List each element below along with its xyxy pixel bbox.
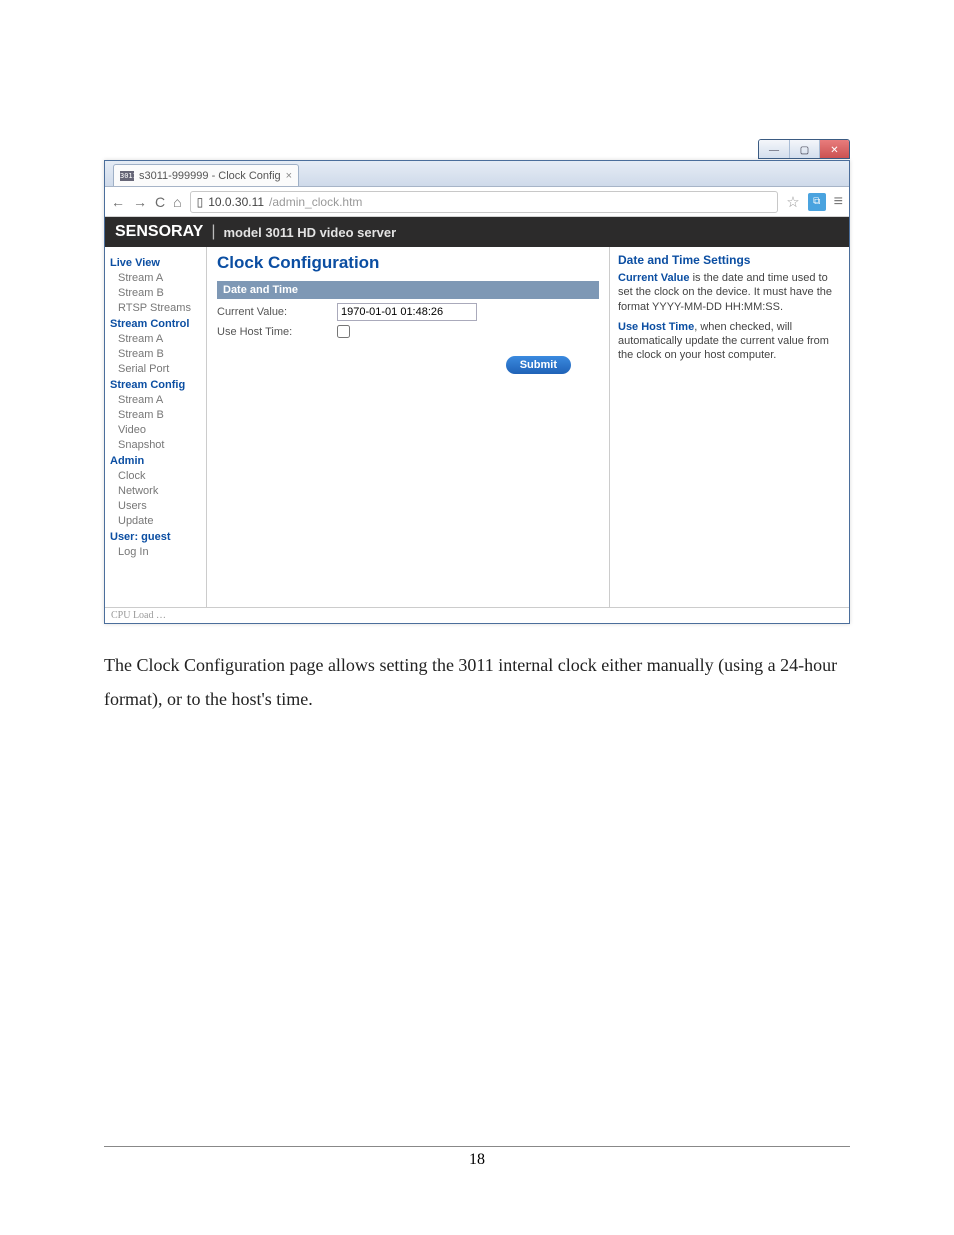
sidebar-item-cfg-a[interactable]: Stream A: [118, 394, 201, 406]
help-paragraph-2: Use Host Time, when checked, will automa…: [618, 320, 841, 363]
app-banner: SENSORAY | model 3011 HD video server: [105, 217, 849, 247]
page-footer: 18: [104, 1146, 850, 1169]
extension-icon[interactable]: ⧉: [808, 193, 826, 211]
current-value-input[interactable]: [337, 303, 477, 321]
sidebar-head-admin[interactable]: Admin: [110, 455, 201, 467]
use-host-time-checkbox[interactable]: [337, 325, 350, 338]
submit-button[interactable]: Submit: [506, 356, 571, 374]
minimize-button[interactable]: —: [759, 140, 789, 159]
home-button[interactable]: ⌂: [173, 194, 181, 210]
sidebar: Live View Stream A Stream B RTSP Streams…: [105, 247, 207, 607]
page-number: 18: [469, 1151, 485, 1168]
forward-button[interactable]: →: [133, 194, 147, 210]
reload-button[interactable]: C: [155, 194, 165, 210]
menu-icon[interactable]: ≡: [834, 193, 843, 211]
sidebar-item-network[interactable]: Network: [118, 485, 201, 497]
main-column: Clock Configuration Date and Time Curren…: [207, 247, 609, 607]
brand-name: SENSORAY: [115, 223, 203, 241]
bookmark-star-icon[interactable]: ☆: [786, 193, 799, 211]
tab-close-icon[interactable]: ×: [286, 170, 292, 182]
sidebar-item-users[interactable]: Users: [118, 500, 201, 512]
window-controls: — ▢ ✕: [758, 139, 850, 159]
url-host: 10.0.30.11: [208, 195, 264, 209]
help-title: Date and Time Settings: [618, 253, 841, 267]
sidebar-item-ctrl-b[interactable]: Stream B: [118, 348, 201, 360]
favicon-icon: 3011: [120, 171, 134, 181]
address-bar[interactable]: ▯ 10.0.30.11/admin_clock.htm: [190, 191, 779, 213]
sidebar-head-user[interactable]: User: guest: [110, 531, 201, 543]
browser-toolbar: ← → C ⌂ ▯ 10.0.30.11/admin_clock.htm ☆ ⧉…: [105, 187, 849, 217]
sidebar-item-video[interactable]: Video: [118, 424, 201, 436]
back-button[interactable]: ←: [111, 194, 125, 210]
use-host-time-label: Use Host Time:: [217, 326, 337, 338]
document-paragraph: The Clock Configuration page allows sett…: [104, 648, 850, 716]
tab-strip: 3011 s3011-999999 - Clock Config ×: [105, 161, 849, 187]
banner-separator: |: [211, 223, 215, 241]
url-path: /admin_clock.htm: [269, 195, 362, 209]
page-icon: ▯: [197, 195, 204, 209]
sidebar-head-live-view[interactable]: Live View: [110, 257, 201, 269]
sidebar-item-snapshot[interactable]: Snapshot: [118, 439, 201, 451]
sidebar-item-ctrl-a[interactable]: Stream A: [118, 333, 201, 345]
sidebar-item-stream-b[interactable]: Stream B: [118, 287, 201, 299]
help-paragraph-1: Current Value is the date and time used …: [618, 271, 841, 314]
maximize-button[interactable]: ▢: [789, 140, 819, 159]
sidebar-item-clock[interactable]: Clock: [118, 470, 201, 482]
status-bar: CPU Load …: [105, 607, 849, 623]
page-title: Clock Configuration: [217, 253, 599, 273]
tab-title: s3011-999999 - Clock Config: [139, 170, 281, 182]
sidebar-head-stream-control[interactable]: Stream Control: [110, 318, 201, 330]
sidebar-head-stream-config[interactable]: Stream Config: [110, 379, 201, 391]
sidebar-item-update[interactable]: Update: [118, 515, 201, 527]
help-column: Date and Time Settings Current Value is …: [609, 247, 849, 607]
section-header-datetime: Date and Time: [217, 281, 599, 299]
sidebar-item-serial[interactable]: Serial Port: [118, 363, 201, 375]
current-value-label: Current Value:: [217, 306, 337, 318]
sidebar-item-login[interactable]: Log In: [118, 546, 201, 558]
content-pane: Live View Stream A Stream B RTSP Streams…: [105, 247, 849, 607]
sidebar-item-cfg-b[interactable]: Stream B: [118, 409, 201, 421]
browser-window: — ▢ ✕ 3011 s3011-999999 - Clock Config ×…: [104, 160, 850, 624]
sidebar-item-stream-a[interactable]: Stream A: [118, 272, 201, 284]
banner-subtitle: model 3011 HD video server: [223, 225, 396, 240]
close-window-button[interactable]: ✕: [819, 140, 849, 159]
sidebar-item-rtsp[interactable]: RTSP Streams: [118, 302, 201, 314]
browser-tab[interactable]: 3011 s3011-999999 - Clock Config ×: [113, 164, 299, 186]
